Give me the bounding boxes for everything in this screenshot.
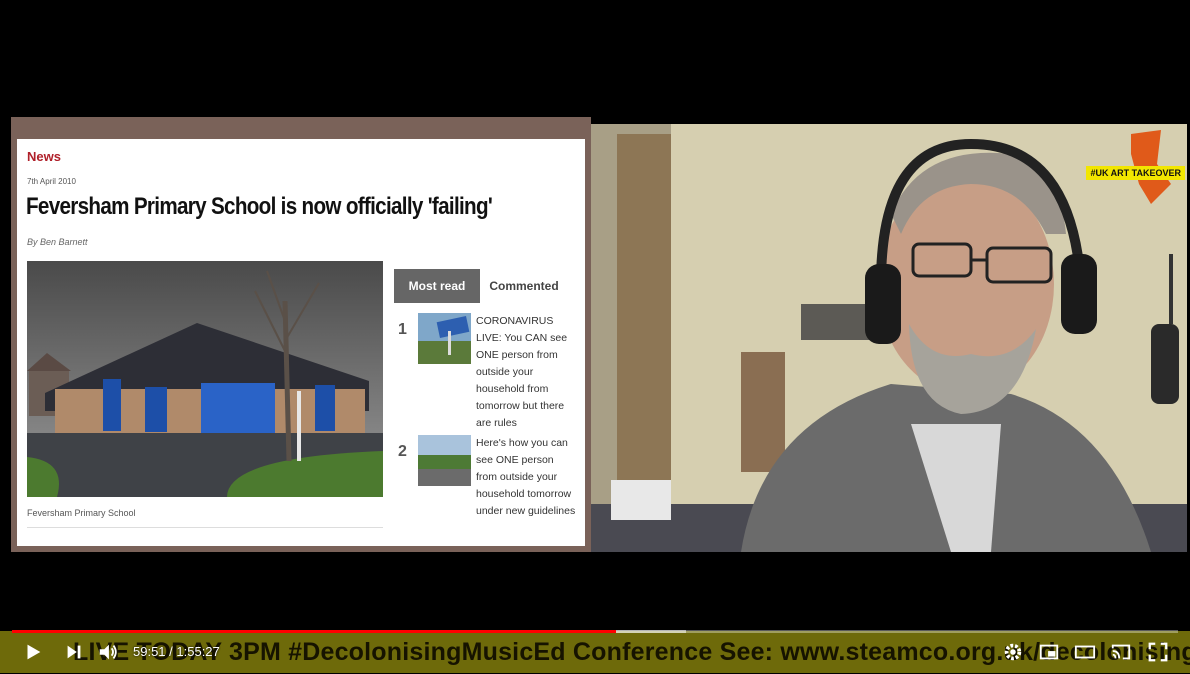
- gear-icon: [1004, 643, 1022, 661]
- list-item[interactable]: 2 Here's how you can see ONE person from…: [394, 435, 584, 545]
- section-label: News: [27, 149, 61, 164]
- photo-caption: Feversham Primary School: [27, 508, 136, 518]
- play-button[interactable]: [22, 641, 48, 663]
- cast-icon: [1111, 644, 1131, 660]
- item-headline[interactable]: Here's how you can see ONE person from o…: [476, 435, 576, 520]
- list-item[interactable]: 1 CORONAVIRUS LIVE: You CAN see ONE pers…: [394, 313, 584, 429]
- item-thumbnail: [418, 313, 471, 364]
- article-byline: By Ben Barnett: [27, 237, 88, 247]
- time-display: 59:51 / 1:55:27: [133, 644, 220, 659]
- school-photo: [27, 261, 383, 497]
- webcam-feed: #UK ART TAKEOVER: [591, 124, 1187, 552]
- theater-icon: [1074, 645, 1096, 659]
- item-thumbnail: [418, 435, 471, 486]
- cast-button[interactable]: [1110, 641, 1136, 663]
- fullscreen-button[interactable]: [1147, 641, 1173, 663]
- time-separator: /: [165, 644, 177, 659]
- tab-most-read[interactable]: Most read: [394, 269, 480, 303]
- time-current: 59:51: [133, 644, 166, 659]
- article-page: News 7th April 2010 Feversham Primary Sc…: [17, 139, 585, 546]
- item-number: 1: [398, 321, 407, 338]
- miniplayer-button[interactable]: [1038, 641, 1064, 663]
- article-date: 7th April 2010: [27, 177, 76, 186]
- settings-button[interactable]: [1002, 641, 1028, 663]
- time-total: 1:55:27: [176, 644, 220, 659]
- skip-next-icon: [67, 645, 81, 659]
- seek-played[interactable]: [12, 630, 616, 633]
- most-read-panel: Most read Commented 1 CORONAVIRUS LIVE: …: [394, 269, 584, 546]
- volume-button[interactable]: [97, 641, 123, 663]
- item-headline[interactable]: CORONAVIRUS LIVE: You CAN see ONE person…: [476, 313, 576, 432]
- uk-art-takeover-badge: #UK ART TAKEOVER: [1086, 166, 1185, 180]
- fullscreen-icon: [1148, 642, 1168, 662]
- miniplayer-icon: [1039, 644, 1059, 660]
- divider: [27, 527, 383, 528]
- play-icon: [27, 644, 41, 660]
- video-player[interactable]: News 7th April 2010 Feversham Primary Sc…: [0, 0, 1190, 674]
- article-title: Feversham Primary School is now official…: [26, 193, 493, 220]
- volume-icon: [99, 644, 117, 660]
- next-button[interactable]: [63, 641, 89, 663]
- article-screenshot: News 7th April 2010 Feversham Primary Sc…: [11, 117, 591, 552]
- tab-commented[interactable]: Commented: [482, 269, 566, 303]
- item-number: 2: [398, 443, 407, 460]
- theater-mode-button[interactable]: [1074, 641, 1100, 663]
